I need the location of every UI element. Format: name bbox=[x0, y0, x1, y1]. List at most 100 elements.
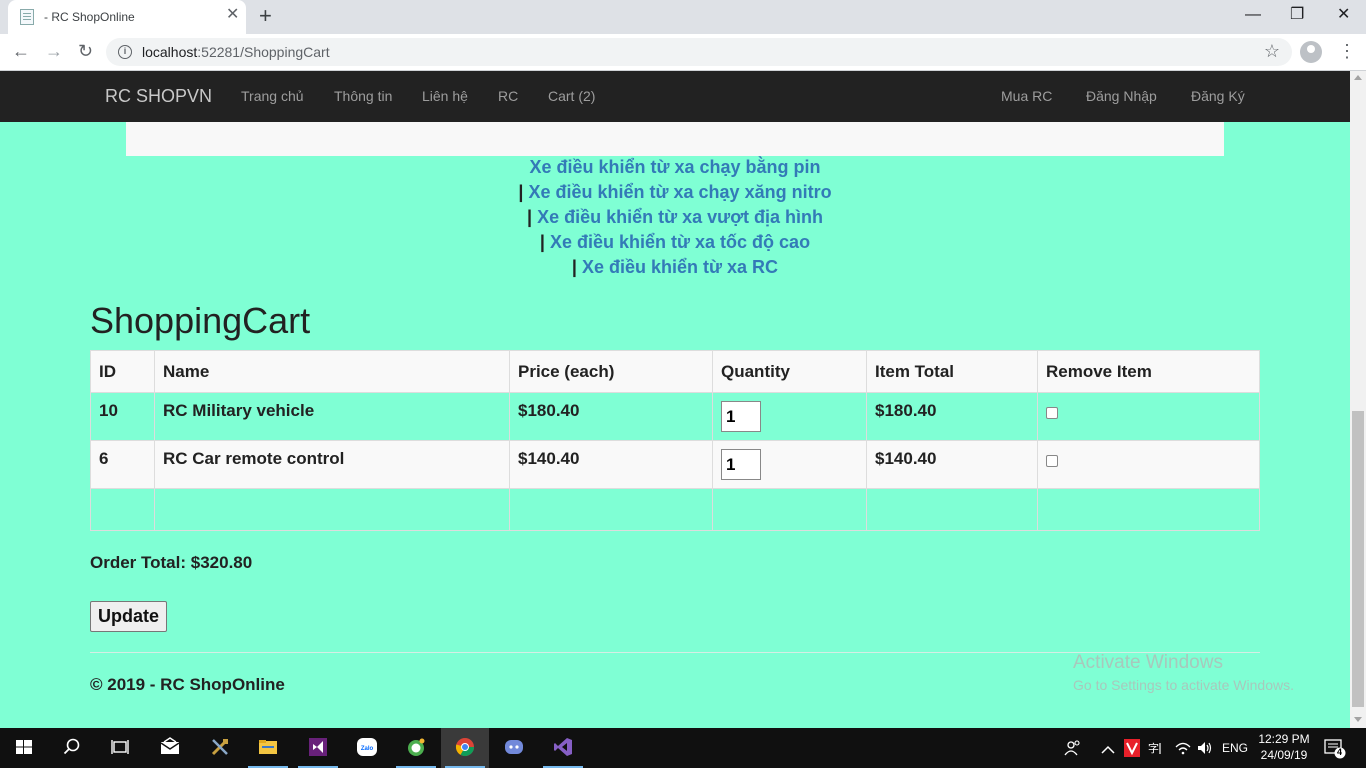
cell-remove bbox=[1037, 440, 1260, 489]
new-tab-button[interactable]: + bbox=[259, 4, 272, 28]
zalo-icon[interactable]: Zalo bbox=[343, 728, 391, 768]
browser-toolbar: ← → ↻ i localhost:52281/ShoppingCart ☆ ⋮ bbox=[0, 34, 1366, 71]
visual-studio-icon[interactable] bbox=[294, 728, 342, 768]
minimize-button[interactable]: — bbox=[1245, 5, 1261, 25]
column-header-id: ID bbox=[90, 350, 155, 393]
category-link[interactable]: Xe điều khiển từ xa vượt địa hình bbox=[537, 207, 823, 227]
activate-windows-watermark-title: Activate Windows bbox=[1073, 652, 1223, 673]
site-info-icon[interactable]: i bbox=[118, 45, 132, 59]
volume-icon[interactable] bbox=[1196, 739, 1214, 762]
task-view-icon[interactable] bbox=[96, 728, 144, 768]
update-button[interactable]: Update bbox=[90, 601, 167, 632]
column-header-price: Price (each) bbox=[509, 350, 713, 393]
cell-price: $180.40 bbox=[509, 392, 713, 441]
nav-link-contact[interactable]: Liên hệ bbox=[422, 88, 468, 104]
order-total: Order Total: $320.80 bbox=[90, 553, 253, 572]
table-empty-row bbox=[90, 488, 1260, 531]
nav-link-login[interactable]: Đăng Nhập bbox=[1086, 88, 1157, 104]
back-icon[interactable]: ← bbox=[12, 40, 30, 62]
profile-avatar-icon[interactable] bbox=[1300, 41, 1322, 63]
quantity-input[interactable] bbox=[721, 449, 761, 480]
mail-icon[interactable] bbox=[146, 728, 194, 768]
nav-link-home[interactable]: Trang chủ bbox=[241, 88, 304, 104]
windows-taskbar: Zalo 字 ENG 12:29 PM 24/09/19 4 bbox=[0, 728, 1366, 768]
tab-close-icon[interactable]: ✕ bbox=[226, 7, 239, 23]
footer-copyright: © 2019 - RC ShopOnline bbox=[90, 675, 285, 694]
file-explorer-icon[interactable] bbox=[244, 728, 292, 768]
forward-icon[interactable]: → bbox=[45, 40, 63, 62]
browser-tab[interactable]: - RC ShopOnline ✕ bbox=[8, 0, 246, 34]
search-icon[interactable] bbox=[48, 728, 96, 768]
column-header-name: Name bbox=[154, 350, 510, 393]
category-link[interactable]: Xe điều khiển từ xa chạy bằng pin bbox=[529, 157, 820, 177]
discord-icon[interactable] bbox=[490, 728, 538, 768]
url-host: localhost bbox=[142, 44, 198, 60]
url-text: localhost:52281/ShoppingCart bbox=[142, 44, 330, 60]
remove-item-checkbox[interactable] bbox=[1046, 455, 1058, 467]
chevron-up-icon[interactable] bbox=[1101, 741, 1115, 759]
language-indicator[interactable]: ENG bbox=[1222, 741, 1248, 755]
app-green-icon[interactable] bbox=[392, 728, 440, 768]
cell-item-total: $180.40 bbox=[866, 392, 1038, 441]
nav-link-about[interactable]: Thông tin bbox=[334, 88, 392, 104]
cell-quantity bbox=[712, 440, 867, 489]
category-link[interactable]: Xe điều khiển từ xa chạy xăng nitro bbox=[528, 182, 831, 202]
wifi-icon[interactable] bbox=[1174, 739, 1192, 762]
cell-name: RC Car remote control bbox=[154, 440, 510, 489]
category-link[interactable]: Xe điều khiển từ xa RC bbox=[582, 257, 778, 277]
people-icon[interactable] bbox=[1064, 739, 1082, 762]
cart-table: ID Name Price (each) Quantity Item Total… bbox=[90, 350, 1260, 531]
nav-link-register[interactable]: Đăng Ký bbox=[1191, 88, 1245, 104]
nav-link-buy-rc[interactable]: Mua RC bbox=[1001, 88, 1052, 104]
page-title: ShoppingCart bbox=[90, 300, 311, 341]
site-navbar: RC SHOPVN Trang chủ Thông tin Liên hệ RC… bbox=[0, 71, 1350, 122]
windows-start-icon[interactable] bbox=[0, 728, 48, 768]
chrome-icon[interactable] bbox=[441, 728, 489, 768]
svg-text:字: 字 bbox=[1148, 741, 1159, 755]
scroll-up-arrow-icon[interactable] bbox=[1354, 75, 1362, 80]
remove-item-checkbox[interactable] bbox=[1046, 407, 1058, 419]
activate-windows-watermark-text: Go to Settings to activate Windows. bbox=[1073, 677, 1294, 693]
scroll-down-arrow-icon[interactable] bbox=[1354, 717, 1362, 722]
page-scrollbar[interactable] bbox=[1350, 71, 1366, 728]
clock-time: 12:29 PM bbox=[1258, 732, 1310, 746]
address-bar[interactable]: i localhost:52281/ShoppingCart ☆ bbox=[106, 38, 1292, 66]
cell-item-total: $140.40 bbox=[866, 440, 1038, 489]
cell-quantity bbox=[712, 392, 867, 441]
banner-area bbox=[126, 122, 1224, 156]
browser-menu-icon[interactable]: ⋮ bbox=[1338, 42, 1356, 60]
page-viewport: RC SHOPVN Trang chủ Thông tin Liên hệ RC… bbox=[0, 71, 1350, 728]
bookmark-star-icon[interactable]: ☆ bbox=[1264, 41, 1280, 62]
nav-link-cart[interactable]: Cart (2) bbox=[548, 88, 595, 104]
category-link[interactable]: Xe điều khiển từ xa tốc độ cao bbox=[550, 232, 810, 252]
table-row: 10 RC Military vehicle $180.40 $180.40 bbox=[90, 392, 1260, 441]
cell-name: RC Military vehicle bbox=[154, 392, 510, 441]
quantity-input[interactable] bbox=[721, 401, 761, 432]
cell-remove bbox=[1037, 392, 1260, 441]
cell-id: 6 bbox=[90, 440, 155, 489]
notification-center-icon[interactable]: 4 bbox=[1324, 738, 1346, 765]
close-window-button[interactable]: ✕ bbox=[1337, 5, 1350, 25]
category-item: Xe điều khiển từ xa chạy bằng pin bbox=[0, 157, 1350, 178]
cell-id: 10 bbox=[90, 392, 155, 441]
tools-icon[interactable] bbox=[196, 728, 244, 768]
nav-link-rc[interactable]: RC bbox=[498, 88, 518, 104]
input-method-icon[interactable]: 字 bbox=[1148, 739, 1166, 762]
url-path: :52281/ShoppingCart bbox=[197, 44, 330, 60]
taskbar-clock[interactable]: 12:29 PM 24/09/19 bbox=[1258, 731, 1310, 763]
antivirus-icon[interactable] bbox=[1124, 739, 1140, 762]
column-header-item-total: Item Total bbox=[866, 350, 1038, 393]
scrollbar-thumb[interactable] bbox=[1352, 411, 1364, 707]
category-item: | Xe điều khiển từ xa tốc độ cao bbox=[539, 232, 811, 252]
visual-studio-preview-icon[interactable] bbox=[539, 728, 587, 768]
zalo-icon-label: Zalo bbox=[361, 746, 374, 752]
tab-title: - RC ShopOnline bbox=[44, 10, 135, 24]
category-item: | Xe điều khiển từ xa RC bbox=[571, 257, 779, 277]
clock-date: 24/09/19 bbox=[1260, 748, 1308, 762]
cell-price: $140.40 bbox=[509, 440, 713, 489]
category-item: | Xe điều khiển từ xa vượt địa hình bbox=[527, 207, 823, 227]
brand-link[interactable]: RC SHOPVN bbox=[105, 86, 212, 107]
restore-button[interactable]: ❐ bbox=[1290, 5, 1304, 25]
table-row: 6 RC Car remote control $140.40 $140.40 bbox=[90, 440, 1260, 489]
reload-icon[interactable]: ↻ bbox=[78, 40, 93, 62]
